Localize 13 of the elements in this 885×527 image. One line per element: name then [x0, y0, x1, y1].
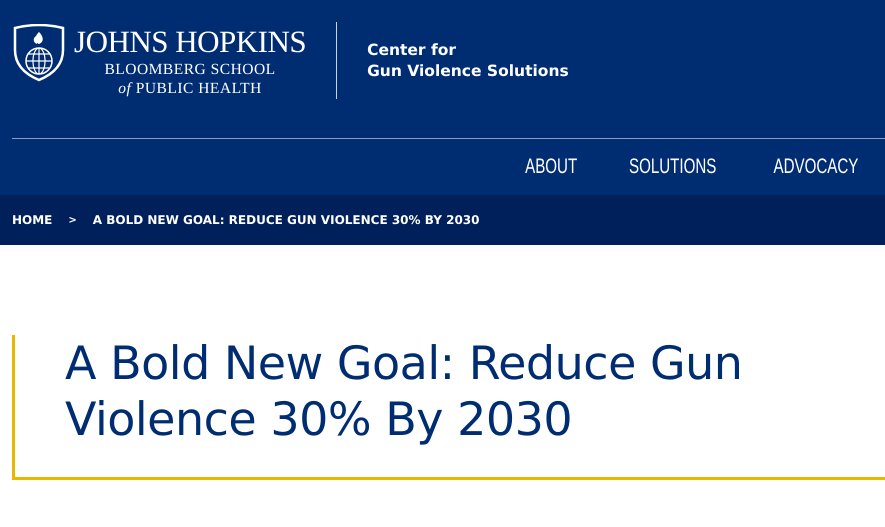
- center-name: Center for: [367, 40, 457, 61]
- nav-link[interactable]: ADVOCACY: [774, 150, 858, 182]
- logo-wordmark: JOHNS HOPKINS: [74, 26, 306, 57]
- logo-subtitle: of PUBLIC HEALTH: [117, 80, 263, 98]
- center-name: Gun Violence Solutions: [367, 60, 569, 82]
- breadcrumb-separator: >: [68, 214, 77, 228]
- shield-logo-icon: [12, 24, 66, 82]
- breadcrumb-link[interactable]: A BOLD NEW GOAL: REDUCE GUN VIOLENCE 30% BY 2030: [92, 211, 480, 229]
- page-title: A Bold New Goal: Reduce Gun Violence 30% By 2030: [65, 335, 744, 447]
- logo-subtitle: BLOOMBERG SCHOOL: [103, 61, 277, 80]
- breadcrumb-link[interactable]: HOME: [12, 211, 52, 229]
- nav-link[interactable]: SOLUTIONS: [628, 150, 716, 182]
- nav-link[interactable]: ABOUT: [526, 150, 578, 182]
